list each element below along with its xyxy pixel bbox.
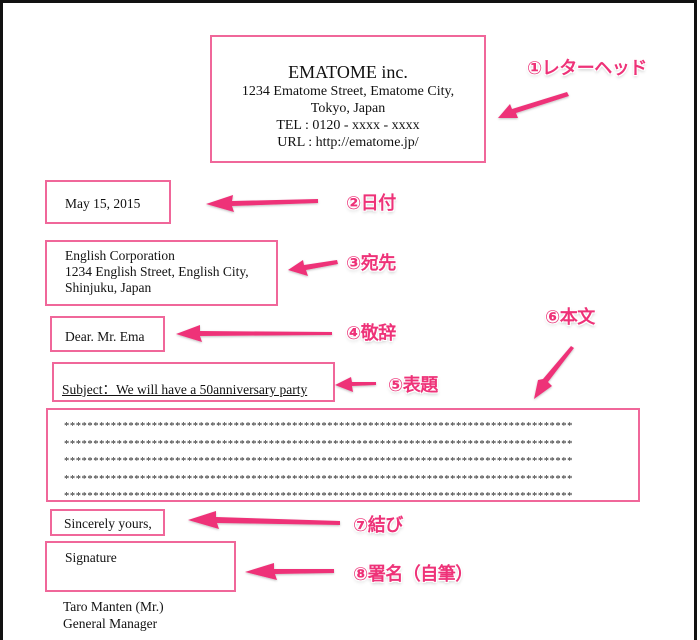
- signer-block: Taro Manten (Mr.) General Manager: [63, 598, 164, 632]
- body-box: ****************************************…: [46, 408, 640, 502]
- body-line: ****************************************…: [64, 473, 573, 485]
- body-line: ****************************************…: [64, 421, 573, 432]
- annotation-label-subject: ⑤表題: [388, 375, 438, 396]
- recipient-line1: English Corporation: [65, 248, 175, 263]
- subject-box: Subject：We will have a 50anniversary par…: [52, 362, 335, 402]
- annotation-label-date: ②日付: [346, 193, 396, 214]
- subject-text: Subject：We will have a 50anniversary par…: [62, 382, 308, 397]
- company-tel: TEL : 0120 - xxxx - xxxx: [276, 118, 420, 133]
- body-line: ****************************************…: [64, 438, 573, 450]
- date-box: May 15, 2015: [45, 180, 171, 224]
- recipient-box: English Corporation 1234 English Street,…: [45, 240, 278, 306]
- annotation-label-body: ⑥本文: [545, 307, 595, 328]
- signer-name: Taro Manten (Mr.): [63, 599, 164, 614]
- signer-title: General Manager: [63, 616, 158, 631]
- closing-box: Sincerely yours,: [50, 509, 165, 536]
- company-url: URL : http://ematome.jp/: [277, 135, 419, 150]
- signature-text: Signature: [65, 550, 117, 565]
- annotation-label-letterhead: ①レターヘッド: [527, 58, 647, 79]
- letter-date: May 15, 2015: [65, 196, 141, 211]
- annotation-label-signature: ⑧署名（自筆）: [353, 564, 473, 585]
- company-address-line2: Tokyo, Japan: [310, 101, 386, 116]
- annotation-label-recipient: ③宛先: [346, 253, 396, 274]
- recipient-line3: Shinjuku, Japan: [65, 280, 152, 295]
- signature-box: Signature: [45, 541, 236, 592]
- salutation-text: Dear. Mr. Ema: [65, 329, 145, 344]
- annotation-label-closing: ⑦結び: [353, 515, 403, 536]
- annotation-label-salutation: ④敬辞: [346, 323, 396, 344]
- company-name: EMATOME inc.: [288, 62, 408, 82]
- letterhead-box: EMATOME inc. 1234 Ematome Street, Ematom…: [210, 35, 486, 163]
- body-line: ****************************************…: [64, 491, 573, 502]
- salutation-box: Dear. Mr. Ema: [50, 316, 165, 352]
- body-line: ****************************************…: [64, 456, 573, 467]
- recipient-line2: 1234 English Street, English City,: [65, 264, 249, 279]
- closing-text: Sincerely yours,: [64, 516, 152, 531]
- company-address-line1: 1234 Ematome Street, Ematome City,: [241, 84, 455, 99]
